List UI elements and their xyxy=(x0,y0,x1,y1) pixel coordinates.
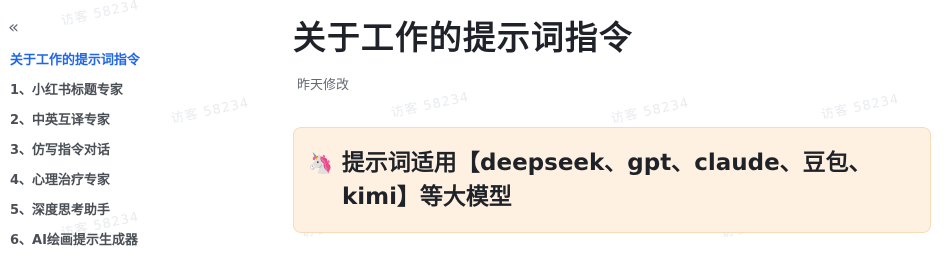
watermark: 访客 58234 xyxy=(819,91,901,124)
unicorn-icon: 🦄 xyxy=(308,151,333,175)
toc-item[interactable]: 1、小红书标题专家 xyxy=(10,80,140,110)
watermark: 访客 58234 xyxy=(609,95,691,128)
sidebar-outline: « 关于工作的提示词指令 1、小红书标题专家 2、中英互译专家 3、仿写指令对话… xyxy=(0,0,260,249)
toc-item[interactable]: 2、中英互译专家 xyxy=(10,110,140,140)
toc-item[interactable]: 5、深度思考助手 xyxy=(10,200,140,230)
toc-item[interactable]: 3、仿写指令对话 xyxy=(10,140,140,170)
toc-item[interactable]: 4、心理治疗专家 xyxy=(10,170,140,200)
last-modified: 昨天修改 xyxy=(297,78,350,93)
watermark: 访客 58234 xyxy=(389,89,471,122)
table-of-contents: 关于工作的提示词指令 1、小红书标题专家 2、中英互译专家 3、仿写指令对话 4… xyxy=(10,50,140,260)
page-title: 关于工作的提示词指令 xyxy=(293,18,633,57)
callout-text: 提示词适用【deepseek、gpt、claude、豆包、kimi】等大模型 xyxy=(342,150,872,210)
callout-block[interactable]: 🦄 提示词适用【deepseek、gpt、claude、豆包、kimi】等大模型 xyxy=(293,127,931,233)
toc-item[interactable]: 6、AI绘画提示生成器 xyxy=(10,230,140,260)
double-chevron-left-icon[interactable]: « xyxy=(8,19,26,37)
toc-item[interactable]: 关于工作的提示词指令 xyxy=(10,50,140,80)
